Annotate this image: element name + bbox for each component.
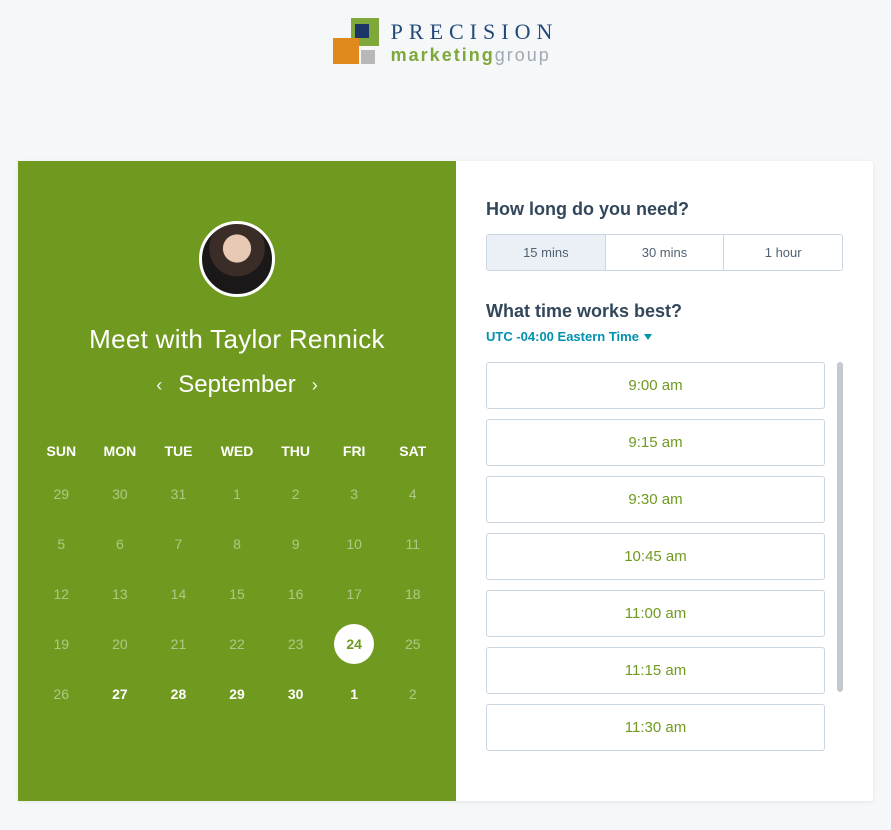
calendar-day: 1 [208,469,267,519]
calendar-day: 3 [325,469,384,519]
calendar-day: 18 [383,569,442,619]
host-avatar [199,221,275,297]
calendar-day[interactable]: 28 [149,669,208,719]
calendar-day: 16 [266,569,325,619]
calendar-day: 19 [32,619,91,669]
calendar-day: 29 [32,469,91,519]
duration-option[interactable]: 30 mins [605,235,724,270]
time-question: What time works best? [486,301,843,322]
calendar-day: 23 [266,619,325,669]
brand-text: PRECISION marketinggroup [391,19,559,66]
calendar-day: 30 [91,469,150,519]
calendar-day: 31 [149,469,208,519]
duration-question: How long do you need? [486,199,843,220]
calendar-day[interactable]: 27 [91,669,150,719]
calendar-day: 25 [383,619,442,669]
calendar-day: 4 [383,469,442,519]
scrollbar[interactable] [837,362,843,761]
calendar-dow: FRI [325,433,384,469]
calendar-day: 22 [208,619,267,669]
calendar-day: 11 [383,519,442,569]
calendar-grid: SUNMONTUEWEDTHUFRISAT 293031123456789101… [32,433,442,719]
calendar-day: 6 [91,519,150,569]
duration-option[interactable]: 1 hour [723,235,842,270]
timezone-selector[interactable]: UTC -04:00 Eastern Time [486,329,652,344]
scheduler-card: Meet with Taylor Rennick ‹ September › S… [18,161,873,801]
calendar-day: 7 [149,519,208,569]
calendar-day: 2 [266,469,325,519]
calendar-day[interactable]: 1 [325,669,384,719]
time-panel: How long do you need? 15 mins30 mins1 ho… [456,161,873,801]
calendar-dow: MON [91,433,150,469]
time-slots-list: 9:00 am 9:15 am 9:30 am 10:45 am 11:00 am 11:… [486,362,837,761]
calendar-day: 8 [208,519,267,569]
calendar-day: 13 [91,569,150,619]
time-slot[interactable]: 11:15 am [486,647,825,694]
timezone-label: UTC -04:00 Eastern Time [486,329,639,344]
calendar-day: 15 [208,569,267,619]
time-slot[interactable]: 9:30 am [486,476,825,523]
calendar-day: 12 [32,569,91,619]
calendar-panel: Meet with Taylor Rennick ‹ September › S… [18,161,456,801]
prev-month-button[interactable]: ‹ [156,375,162,396]
logo-icon [333,18,381,66]
scrollbar-thumb[interactable] [837,362,843,692]
time-slot[interactable]: 10:45 am [486,533,825,580]
meeting-title: Meet with Taylor Rennick [32,324,442,355]
brand-logo: PRECISION marketinggroup [333,18,559,66]
month-label: September [178,371,295,399]
calendar-day: 17 [325,569,384,619]
time-slot[interactable]: 9:00 am [486,362,825,409]
calendar-dow: TUE [149,433,208,469]
calendar-day: 14 [149,569,208,619]
calendar-day: 9 [266,519,325,569]
next-month-button[interactable]: › [312,375,318,396]
calendar-day[interactable]: 29 [208,669,267,719]
calendar-day: 10 [325,519,384,569]
time-slot[interactable]: 11:00 am [486,590,825,637]
calendar-dow: SUN [32,433,91,469]
calendar-day: 26 [32,669,91,719]
calendar-day[interactable]: 30 [266,669,325,719]
calendar-dow: SAT [383,433,442,469]
calendar-day: 21 [149,619,208,669]
calendar-day: 20 [91,619,150,669]
calendar-dow: WED [208,433,267,469]
duration-option[interactable]: 15 mins [487,235,605,270]
time-slot[interactable]: 9:15 am [486,419,825,466]
chevron-down-icon [644,334,652,340]
calendar-day: 2 [383,669,442,719]
calendar-dow: THU [266,433,325,469]
time-slot[interactable]: 11:30 am [486,704,825,751]
duration-group: 15 mins30 mins1 hour [486,234,843,271]
calendar-day[interactable]: 24 [325,619,384,669]
calendar-day: 5 [32,519,91,569]
